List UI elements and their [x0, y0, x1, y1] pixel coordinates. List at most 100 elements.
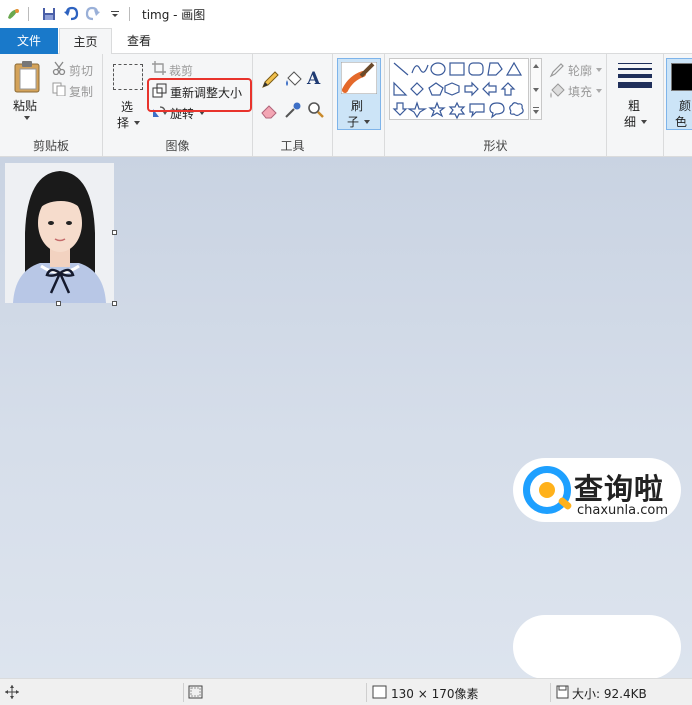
crop-button[interactable]: 裁剪	[169, 62, 193, 79]
size-label-line2[interactable]: 细	[624, 113, 636, 130]
four-point-star-shape-icon	[406, 101, 428, 119]
color-picker-icon[interactable]	[284, 101, 302, 119]
copy-button[interactable]: 复制	[69, 83, 93, 100]
watermark-url: chaxunla.com	[577, 503, 668, 518]
redo-icon[interactable]	[85, 6, 101, 22]
triangle-shape-icon	[505, 61, 523, 76]
color1-swatch	[671, 63, 692, 91]
shapes-group-label: 形状	[483, 139, 508, 153]
title-separator	[28, 7, 29, 21]
canvas-image[interactable]	[5, 163, 114, 303]
tools-group: A 工具	[253, 54, 333, 156]
image-dimensions: 130 × 170像素	[391, 687, 479, 701]
size-group: 粗 细	[607, 54, 664, 156]
fill-icon	[550, 83, 565, 98]
watermark-bubble	[513, 615, 681, 678]
disk-icon	[556, 685, 569, 699]
scissors-icon	[52, 61, 66, 75]
image-size-icon	[372, 685, 387, 699]
watermark-logo-dot	[539, 482, 555, 498]
watermark-name: 查询啦	[574, 472, 665, 506]
six-point-star-shape-icon	[448, 101, 466, 120]
chevron-down-icon[interactable]	[595, 67, 603, 73]
oval-callout-shape-icon	[489, 102, 505, 119]
paste-icon[interactable]	[12, 60, 42, 94]
copy-icon	[52, 82, 66, 96]
status-bar: 130 × 170像素 大小: 92.4KB	[0, 678, 692, 705]
rounded-rectangle-shape-icon	[468, 62, 484, 76]
resize-handle-bottom[interactable]	[56, 301, 61, 306]
shapes-gallery[interactable]	[389, 58, 529, 120]
image-group-label: 图像	[165, 139, 190, 153]
selection-size-icon	[188, 685, 203, 699]
chevron-down-icon[interactable]	[595, 88, 603, 94]
clipboard-group-label: 剪贴板	[32, 139, 69, 153]
fill-bucket-icon[interactable]	[284, 71, 302, 89]
line-size-icon[interactable]	[618, 62, 652, 90]
clipboard-group: 粘贴 剪切 复制 剪贴板	[0, 54, 103, 156]
shapes-group: 轮廓 填充 形状	[385, 54, 607, 156]
file-size: 大小: 92.4KB	[572, 687, 647, 701]
resize-highlight	[147, 78, 252, 112]
brushes-label-line1[interactable]: 刷	[351, 97, 363, 114]
left-arrow-shape-icon	[482, 81, 497, 97]
shapes-scroll[interactable]	[530, 58, 542, 120]
resize-handle-right[interactable]	[112, 230, 117, 235]
chevron-down-icon[interactable]	[23, 115, 31, 121]
down-arrow-shape-icon	[392, 102, 408, 116]
chevron-down-icon[interactable]	[133, 120, 141, 126]
title-bar: timg - 画图	[0, 0, 692, 28]
customize-toolbar-icon[interactable]	[107, 6, 123, 22]
line-shape-icon	[393, 62, 409, 76]
save-icon[interactable]	[41, 6, 57, 22]
cloud-callout-shape-icon	[509, 102, 524, 117]
window-title: timg - 画图	[142, 7, 206, 22]
size-label-line1[interactable]: 粗	[628, 97, 640, 114]
outline-icon	[549, 63, 564, 78]
select-button-line1[interactable]: 选	[121, 98, 133, 115]
select-button-line2[interactable]: 择	[117, 114, 129, 131]
tab-view[interactable]: 查看	[113, 28, 165, 54]
status-separator	[183, 683, 184, 702]
brushes-group: 刷 子	[333, 54, 385, 156]
right-triangle-shape-icon	[393, 81, 408, 96]
five-point-star-shape-icon	[428, 101, 446, 118]
color1-label-line1[interactable]: 颜	[679, 97, 691, 114]
tab-home[interactable]: 主页	[59, 28, 112, 55]
resize-handle-corner[interactable]	[112, 301, 117, 306]
text-tool-icon[interactable]: A	[307, 69, 320, 89]
cut-button[interactable]: 剪切	[69, 62, 93, 79]
up-arrow-shape-icon	[500, 82, 516, 96]
select-icon[interactable]	[113, 64, 143, 90]
polygon-shape-icon	[487, 62, 503, 76]
rectangular-callout-shape-icon	[469, 103, 485, 118]
paint-app-icon[interactable]	[6, 6, 22, 22]
chevron-down-icon[interactable]	[363, 119, 371, 125]
chevron-down-icon[interactable]	[640, 119, 648, 125]
ribbon-tabs: 文件 主页 查看	[0, 28, 692, 55]
fill-button[interactable]: 填充	[568, 83, 592, 100]
outline-button[interactable]: 轮廓	[568, 62, 592, 79]
cursor-position-icon	[5, 685, 19, 699]
crop-icon	[152, 61, 166, 75]
eraser-icon[interactable]	[261, 101, 279, 119]
brush-icon	[341, 62, 377, 94]
color1-label-line2[interactable]: 色	[675, 113, 687, 130]
right-arrow-shape-icon	[464, 81, 479, 97]
pencil-icon[interactable]	[261, 71, 279, 89]
status-separator	[366, 683, 367, 702]
paste-button[interactable]: 粘贴	[13, 97, 37, 114]
oval-shape-icon	[430, 62, 446, 76]
color1-group: 颜 色	[664, 54, 692, 156]
tools-group-label: 工具	[280, 139, 305, 153]
canvas-area[interactable]	[0, 157, 692, 678]
brushes-label-line2[interactable]: 子	[347, 113, 359, 130]
pentagon-shape-icon	[428, 82, 444, 96]
curve-shape-icon	[411, 64, 429, 74]
magnifier-icon[interactable]	[307, 101, 325, 119]
undo-icon[interactable]	[63, 6, 79, 22]
rectangle-shape-icon	[449, 62, 465, 76]
tab-file[interactable]: 文件	[0, 28, 58, 54]
status-separator	[550, 683, 551, 702]
diamond-shape-icon	[410, 82, 424, 96]
